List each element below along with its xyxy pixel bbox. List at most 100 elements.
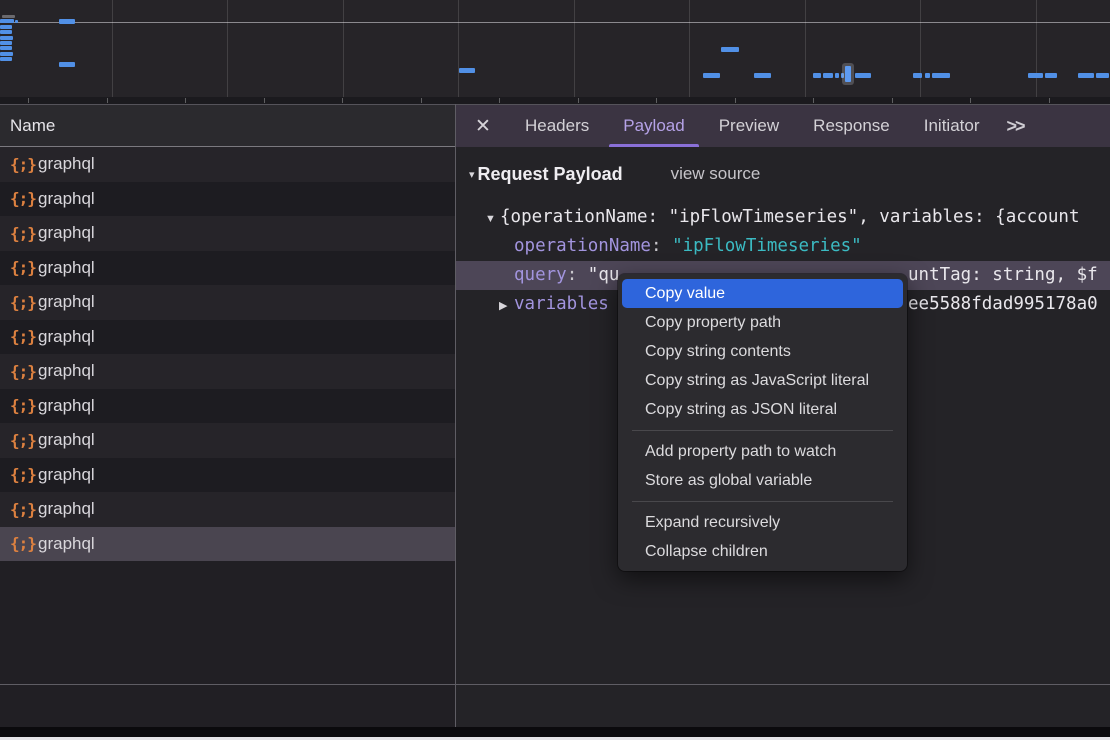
waterfall-bar bbox=[703, 73, 720, 78]
menu-item-add-property-path-to-watch[interactable]: Add property path to watch bbox=[622, 437, 903, 466]
request-name-label: graphql bbox=[38, 499, 95, 519]
payload-row-operationname[interactable]: operationName: "ipFlowTimeseries" bbox=[456, 232, 1110, 261]
timeline-gridline bbox=[1036, 0, 1037, 97]
request-rows: {;}graphql{;}graphql{;}graphql{;}graphql… bbox=[0, 147, 455, 561]
request-name-label: graphql bbox=[38, 465, 95, 485]
waterfall-bar bbox=[0, 57, 12, 61]
property-key: operationName bbox=[514, 236, 651, 256]
timeline-gridline bbox=[920, 0, 921, 97]
menu-separator bbox=[632, 501, 893, 502]
menu-item-copy-string-as-javascript-literal[interactable]: Copy string as JavaScript literal bbox=[622, 366, 903, 395]
property-value-right-fragment: ee5588fdad995178a0 bbox=[908, 290, 1098, 319]
waterfall-bar bbox=[459, 68, 475, 73]
waterfall-bar bbox=[0, 19, 14, 23]
tab-response[interactable]: Response bbox=[796, 105, 907, 147]
network-overview-timeline[interactable] bbox=[0, 0, 1110, 104]
timeline-ruler-tick bbox=[499, 98, 500, 103]
column-header-name[interactable]: Name bbox=[0, 104, 455, 147]
json-braces-icon: {;} bbox=[10, 534, 38, 553]
waterfall-bar bbox=[841, 73, 844, 78]
request-name-label: graphql bbox=[38, 292, 95, 312]
tab-headers[interactable]: Headers bbox=[508, 105, 606, 147]
waterfall-bar bbox=[1078, 73, 1094, 78]
menu-item-expand-recursively[interactable]: Expand recursively bbox=[622, 508, 903, 537]
menu-item-store-as-global-variable[interactable]: Store as global variable bbox=[622, 466, 903, 495]
menu-separator bbox=[632, 430, 893, 431]
timeline-ruler-tick bbox=[28, 98, 29, 103]
property-value-left-fragment: "qu bbox=[588, 265, 620, 285]
collapse-triangle-icon: ▾ bbox=[469, 168, 475, 181]
property-value-string: "ipFlowTimeseries" bbox=[672, 236, 862, 256]
waterfall-bar bbox=[932, 73, 950, 78]
table-row[interactable]: {;}graphql bbox=[0, 354, 455, 389]
menu-item-copy-string-contents[interactable]: Copy string contents bbox=[622, 337, 903, 366]
menu-item-collapse-children[interactable]: Collapse children bbox=[622, 537, 903, 566]
payload-preview-text: {operationName: "ipFlowTimeseries", vari… bbox=[500, 207, 1079, 227]
waterfall-bar bbox=[925, 73, 930, 78]
request-name-label: graphql bbox=[38, 189, 95, 209]
waterfall-bar bbox=[0, 36, 13, 40]
table-row[interactable]: {;}graphql bbox=[0, 423, 455, 458]
waterfall-bar bbox=[754, 73, 771, 78]
table-row[interactable]: {;}graphql bbox=[0, 527, 455, 562]
table-row[interactable]: {;}graphql bbox=[0, 389, 455, 424]
waterfall-bar bbox=[59, 19, 75, 24]
request-name-label: graphql bbox=[38, 154, 95, 174]
property-key: query bbox=[514, 265, 567, 285]
menu-item-copy-value[interactable]: Copy value bbox=[622, 279, 903, 308]
json-braces-icon: {;} bbox=[10, 224, 38, 243]
timeline-ruler-tick bbox=[735, 98, 736, 103]
timeline-ruler-tick bbox=[656, 98, 657, 103]
tab-payload[interactable]: Payload bbox=[606, 105, 701, 147]
colon: : bbox=[651, 236, 662, 256]
json-braces-icon: {;} bbox=[10, 362, 38, 381]
tab-initiator[interactable]: Initiator bbox=[907, 105, 997, 147]
table-row[interactable]: {;}graphql bbox=[0, 492, 455, 527]
waterfall-bar bbox=[835, 73, 839, 78]
timeline-ruler-tick bbox=[813, 98, 814, 103]
more-tabs-chevron-icon[interactable]: >> bbox=[996, 105, 1033, 147]
table-row[interactable]: {;}graphql bbox=[0, 458, 455, 493]
window-bottom-edge bbox=[0, 727, 1110, 737]
table-row[interactable]: {;}graphql bbox=[0, 251, 455, 286]
table-row[interactable]: {;}graphql bbox=[0, 285, 455, 320]
payload-root-row[interactable]: ▼{operationName: "ipFlowTimeseries", var… bbox=[456, 203, 1110, 232]
waterfall-bar bbox=[1096, 73, 1109, 78]
request-payload-section-header[interactable]: ▾ Request Payload view source bbox=[456, 161, 1110, 187]
json-braces-icon: {;} bbox=[10, 465, 38, 484]
view-source-link[interactable]: view source bbox=[671, 164, 761, 184]
waterfall-bar bbox=[813, 73, 821, 78]
context-menu: Copy valueCopy property pathCopy string … bbox=[618, 274, 907, 571]
property-key: variables bbox=[514, 294, 609, 314]
request-name-label: graphql bbox=[38, 534, 95, 554]
waterfall-bar bbox=[721, 47, 739, 52]
request-name-label: graphql bbox=[38, 396, 95, 416]
json-braces-icon: {;} bbox=[10, 155, 38, 174]
menu-item-copy-property-path[interactable]: Copy property path bbox=[622, 308, 903, 337]
json-braces-icon: {;} bbox=[10, 396, 38, 415]
timeline-ruler-tick bbox=[578, 98, 579, 103]
timeline-gridline bbox=[805, 0, 806, 97]
waterfall-bar bbox=[0, 30, 12, 34]
expanded-triangle-icon[interactable]: ▼ bbox=[485, 205, 500, 234]
timeline-ruler-tick bbox=[107, 98, 108, 103]
table-row[interactable]: {;}graphql bbox=[0, 182, 455, 217]
summary-bar-divider bbox=[0, 684, 1110, 685]
waterfall-bar bbox=[0, 46, 12, 50]
waterfall-bar bbox=[15, 20, 18, 23]
close-icon[interactable]: ✕ bbox=[470, 115, 496, 138]
collapsed-triangle-icon[interactable]: ▶ bbox=[499, 292, 514, 321]
column-header-label: Name bbox=[10, 116, 55, 136]
request-name-label: graphql bbox=[38, 327, 95, 347]
menu-item-copy-string-as-json-literal[interactable]: Copy string as JSON literal bbox=[622, 395, 903, 424]
tab-preview[interactable]: Preview bbox=[702, 105, 796, 147]
json-braces-icon: {;} bbox=[10, 500, 38, 519]
timeline-gridline bbox=[343, 0, 344, 97]
timeline-gridline bbox=[112, 0, 113, 97]
table-row[interactable]: {;}graphql bbox=[0, 147, 455, 182]
request-name-label: graphql bbox=[38, 430, 95, 450]
table-row[interactable]: {;}graphql bbox=[0, 320, 455, 355]
property-value-right-fragment: untTag: string, $f bbox=[908, 261, 1098, 290]
table-row[interactable]: {;}graphql bbox=[0, 216, 455, 251]
waterfall-bar bbox=[0, 25, 12, 29]
